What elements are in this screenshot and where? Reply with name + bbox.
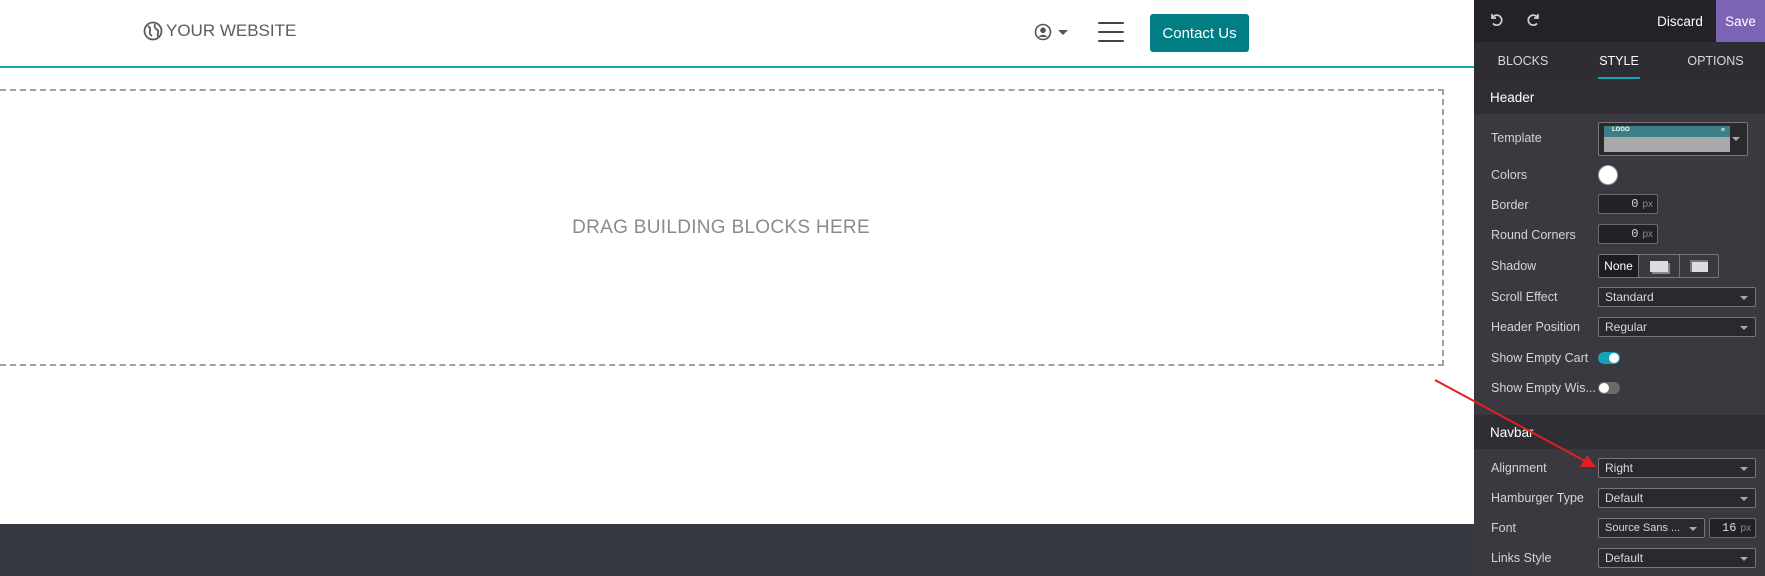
font-size-value: 16 bbox=[1722, 521, 1737, 535]
chevron-down-icon bbox=[1740, 326, 1748, 330]
chevron-down-icon bbox=[1740, 296, 1748, 300]
header-position-value: Regular bbox=[1605, 320, 1648, 334]
font-family-select[interactable]: Source Sans ... bbox=[1598, 518, 1705, 538]
chevron-down-icon bbox=[1740, 557, 1748, 561]
site-footer bbox=[0, 524, 1474, 576]
round-corners-input[interactable]: 0 px bbox=[1598, 224, 1658, 244]
section-navbar-title[interactable]: Navbar bbox=[1474, 415, 1765, 449]
links-style-row: Links Style Default bbox=[1474, 548, 1765, 568]
hamburger-type-row: Hamburger Type Default bbox=[1474, 488, 1765, 508]
shadow-inset-button[interactable] bbox=[1679, 255, 1718, 277]
drop-zone-text: DRAG BUILDING BLOCKS HERE bbox=[572, 216, 870, 238]
round-corners-unit: px bbox=[1642, 228, 1653, 240]
font-family-value: Source Sans ... bbox=[1605, 522, 1681, 534]
chevron-down-icon bbox=[1740, 467, 1748, 471]
color-swatch[interactable] bbox=[1598, 165, 1618, 185]
shadow-inset-icon bbox=[1690, 260, 1708, 272]
hamburger-menu-icon[interactable] bbox=[1098, 22, 1124, 44]
header-position-select[interactable]: Regular bbox=[1598, 317, 1756, 337]
shadow-label: Shadow bbox=[1491, 259, 1537, 273]
hamburger-type-label: Hamburger Type bbox=[1491, 491, 1584, 505]
round-corners-row: Round Corners 0 px bbox=[1474, 224, 1765, 246]
border-unit: px bbox=[1642, 198, 1653, 210]
user-menu-dropdown[interactable] bbox=[1034, 23, 1068, 41]
scroll-effect-select[interactable]: Standard bbox=[1598, 287, 1756, 307]
globe-icon bbox=[143, 21, 163, 41]
scroll-effect-row: Scroll Effect Standard bbox=[1474, 287, 1765, 307]
redo-icon[interactable] bbox=[1526, 11, 1546, 31]
links-style-value: Default bbox=[1605, 551, 1644, 565]
discard-button[interactable]: Discard bbox=[1644, 0, 1716, 42]
links-style-select[interactable]: Default bbox=[1598, 548, 1756, 568]
page-root: YOUR WEBSITE Contact Us DRAG BUILDING BL… bbox=[0, 0, 1765, 576]
toggle-knob bbox=[1609, 353, 1619, 363]
editor-toolbar: Discard Save bbox=[1474, 0, 1765, 42]
section-header-title[interactable]: Header bbox=[1474, 80, 1765, 114]
chevron-down-icon bbox=[1058, 29, 1068, 35]
chevron-down-icon bbox=[1689, 527, 1697, 531]
show-empty-wishlist-label: Show Empty Wis... bbox=[1491, 381, 1596, 395]
round-corners-value: 0 bbox=[1631, 227, 1639, 241]
show-empty-cart-row: Show Empty Cart bbox=[1474, 350, 1765, 366]
show-empty-cart-label: Show Empty Cart bbox=[1491, 351, 1589, 365]
alignment-label: Alignment bbox=[1491, 461, 1547, 475]
tab-blocks[interactable]: BLOCKS bbox=[1474, 42, 1572, 80]
font-label: Font bbox=[1491, 521, 1517, 535]
contact-us-button[interactable]: Contact Us bbox=[1150, 14, 1249, 52]
show-empty-wishlist-toggle[interactable] bbox=[1598, 382, 1620, 394]
hamburger-type-value: Default bbox=[1605, 491, 1644, 505]
border-value: 0 bbox=[1631, 197, 1639, 211]
scroll-effect-value: Standard bbox=[1605, 290, 1654, 304]
template-preview-logo: LOGO bbox=[1612, 127, 1630, 133]
shadow-row: Shadow None bbox=[1474, 254, 1765, 278]
site-logo[interactable]: YOUR WEBSITE bbox=[143, 21, 296, 41]
round-corners-label: Round Corners bbox=[1491, 228, 1576, 242]
alignment-row: Alignment Right bbox=[1474, 458, 1765, 478]
drop-zone[interactable]: DRAG BUILDING BLOCKS HERE bbox=[0, 89, 1444, 366]
colors-label: Colors bbox=[1491, 168, 1528, 182]
shadow-outset-button[interactable] bbox=[1638, 255, 1679, 277]
links-style-label: Links Style bbox=[1491, 551, 1552, 565]
alignment-select[interactable]: Right bbox=[1598, 458, 1756, 478]
toggle-knob bbox=[1599, 383, 1609, 393]
colors-row: Colors bbox=[1474, 165, 1765, 185]
font-size-unit: px bbox=[1740, 522, 1751, 534]
tab-options[interactable]: OPTIONS bbox=[1666, 42, 1765, 80]
template-label: Template bbox=[1491, 131, 1542, 145]
hamburger-type-select[interactable]: Default bbox=[1598, 488, 1756, 508]
header-position-label: Header Position bbox=[1491, 320, 1580, 334]
site-header: YOUR WEBSITE Contact Us bbox=[0, 0, 1474, 68]
header-position-row: Header Position Regular bbox=[1474, 317, 1765, 337]
save-button[interactable]: Save bbox=[1716, 0, 1765, 42]
show-empty-cart-toggle[interactable] bbox=[1598, 352, 1620, 364]
border-row: Border 0 px bbox=[1474, 194, 1765, 216]
template-row: Template LOGO ≡ bbox=[1474, 122, 1765, 156]
font-size-input[interactable]: 16 px bbox=[1709, 518, 1756, 538]
chevron-down-icon bbox=[1732, 137, 1740, 141]
shadow-outset-icon bbox=[1650, 260, 1668, 272]
shadow-none-button[interactable]: None bbox=[1599, 255, 1638, 277]
font-row: Font Source Sans ... 16 px bbox=[1474, 518, 1765, 538]
alignment-value: Right bbox=[1605, 461, 1634, 475]
editor-tabs: BLOCKS STYLE OPTIONS bbox=[1474, 42, 1765, 80]
show-empty-wishlist-row: Show Empty Wis... bbox=[1474, 380, 1765, 396]
template-preview-menu-icon: ≡ bbox=[1720, 127, 1725, 134]
border-width-input[interactable]: 0 px bbox=[1598, 194, 1658, 214]
scroll-effect-label: Scroll Effect bbox=[1491, 290, 1558, 304]
chevron-down-icon bbox=[1740, 497, 1748, 501]
site-brand-name: YOUR WEBSITE bbox=[166, 21, 297, 40]
shadow-button-group: None bbox=[1598, 254, 1719, 278]
template-select[interactable]: LOGO ≡ bbox=[1598, 122, 1748, 156]
border-label: Border bbox=[1491, 198, 1529, 212]
tab-style[interactable]: STYLE bbox=[1598, 42, 1640, 80]
undo-icon[interactable] bbox=[1488, 11, 1508, 31]
website-canvas: YOUR WEBSITE Contact Us DRAG BUILDING BL… bbox=[0, 0, 1474, 576]
user-circle-icon bbox=[1034, 23, 1052, 41]
editor-panel: Discard Save BLOCKS STYLE OPTIONS Header… bbox=[1474, 0, 1765, 576]
template-preview: LOGO ≡ bbox=[1604, 126, 1730, 152]
